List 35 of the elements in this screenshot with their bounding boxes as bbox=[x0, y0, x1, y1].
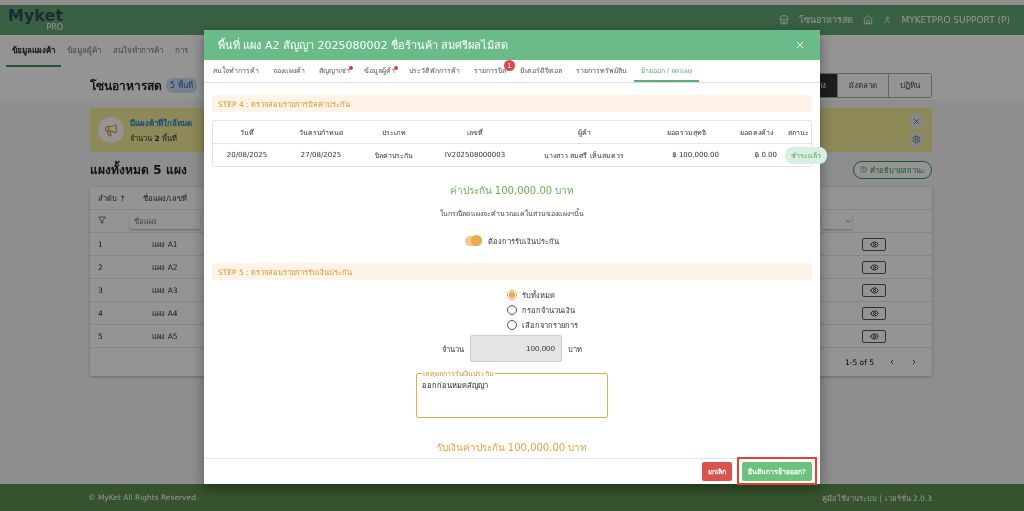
view-button[interactable] bbox=[862, 306, 886, 320]
close-icon[interactable] bbox=[794, 39, 806, 51]
logo: Myket PRO bbox=[8, 8, 64, 32]
toggle-switch[interactable] bbox=[465, 236, 482, 246]
total-text: รับเงินค่าประกัน 100,000.00 บาท bbox=[436, 441, 588, 455]
eye-icon bbox=[869, 239, 879, 249]
megaphone-icon bbox=[98, 117, 124, 143]
eye-icon bbox=[869, 331, 879, 341]
filter-icon bbox=[98, 216, 106, 224]
page-title: โซนอาหารสด bbox=[90, 78, 162, 95]
user-icon bbox=[883, 16, 892, 24]
nav-tab[interactable]: ข้อมูลแผงค้า bbox=[6, 35, 61, 67]
eye-icon bbox=[869, 262, 879, 272]
view-button[interactable] bbox=[862, 283, 886, 297]
nav-tab[interactable]: สนใจทำการค้า bbox=[107, 35, 169, 67]
count-badge: 5 พื้นที่ bbox=[166, 78, 197, 93]
close-button[interactable] bbox=[909, 113, 924, 129]
deposit-amount: ค่าประกัน 100,000.00 บาท bbox=[449, 184, 575, 198]
caret-icon bbox=[845, 217, 852, 225]
dialog-title: พื้นที่ แผง A2 สัญญา 2025080002 ชื่อร้านค้า สมศรีผลไม้สด bbox=[218, 36, 509, 54]
alert-title: มีแผงค้าที่ใกล้หมด bbox=[130, 117, 192, 130]
next-icon[interactable] bbox=[910, 358, 918, 366]
section-heading: แผงทั้งหมด 5 แผง bbox=[90, 160, 187, 179]
view-button[interactable] bbox=[862, 329, 886, 343]
view-tab[interactable]: ปฏิทิน bbox=[888, 74, 931, 97]
help-icon bbox=[860, 166, 867, 173]
nav-tab[interactable]: การ bbox=[169, 35, 194, 67]
gear-icon bbox=[912, 134, 921, 144]
previous-icon[interactable] bbox=[888, 358, 896, 366]
view-button[interactable] bbox=[862, 260, 886, 274]
view-button[interactable] bbox=[862, 237, 886, 251]
nav-tab[interactable]: ข้อมูลผู้ค้า bbox=[61, 35, 107, 67]
eye-icon bbox=[869, 308, 879, 318]
close-icon bbox=[912, 116, 921, 126]
eye-icon bbox=[869, 285, 879, 295]
